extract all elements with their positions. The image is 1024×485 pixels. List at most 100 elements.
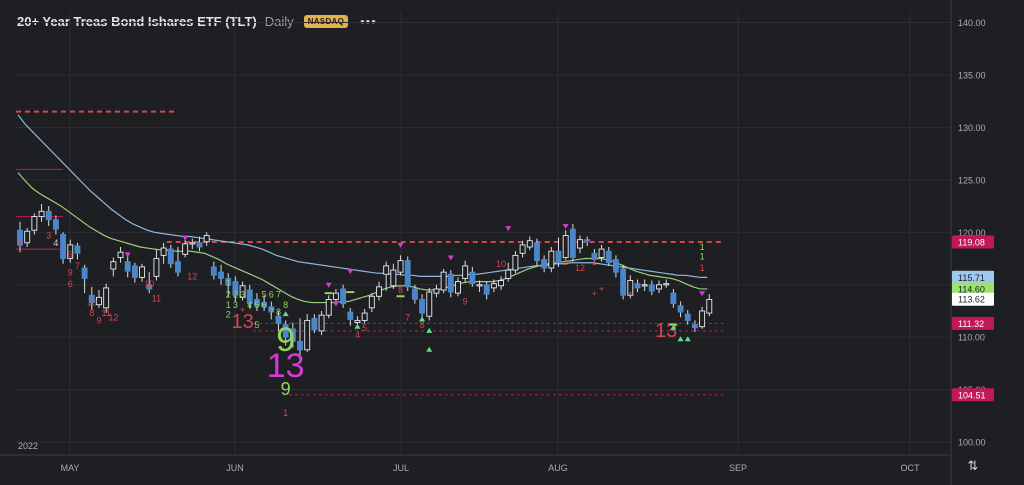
candle-body [153, 258, 160, 277]
candle-body [684, 313, 691, 321]
price-tag: 115.71 [952, 270, 994, 284]
count-label: 11 [152, 294, 161, 304]
price-tag: 113.62 [952, 292, 994, 306]
count-label: 2 [226, 289, 231, 299]
count-label: 1 [226, 278, 231, 288]
candle-body [670, 292, 677, 305]
count-label: 6 [68, 279, 73, 289]
count-label: 1 [700, 263, 705, 273]
candle-body [131, 265, 138, 278]
x-tick-label: MAY [61, 463, 80, 473]
candle-body [519, 244, 526, 254]
count-label: 5 [362, 323, 367, 333]
count-label: 12 [108, 312, 118, 322]
price-tag-label: 113.62 [958, 295, 985, 305]
candle-body [577, 239, 583, 249]
x-axis[interactable]: MAY JUN JUL AUG SEP OCT 2022 [18, 441, 920, 473]
count-label: 4 [247, 300, 252, 310]
candle-body [541, 259, 548, 269]
count-label: 1 [563, 257, 568, 267]
count-label: 1 [592, 257, 597, 267]
count-label: 10 [144, 279, 154, 289]
count-label: 7 [269, 307, 274, 317]
candle-body [612, 259, 619, 273]
candle-body [476, 284, 483, 287]
price-tag: 104.51 [952, 388, 994, 402]
candle-body [368, 295, 375, 309]
sell-arrow [332, 301, 339, 307]
candle-body [167, 248, 174, 265]
y-tick-label: 125.00 [958, 175, 986, 185]
sell-arrow [347, 269, 354, 275]
candle-body [691, 324, 698, 329]
sell-arrow [505, 226, 512, 232]
candle-body [110, 261, 117, 270]
count-label: 6 [68, 249, 73, 259]
buy-arrow [282, 311, 289, 317]
candle-body [31, 216, 38, 231]
ma-short-line [17, 172, 708, 304]
candle-body [38, 210, 45, 218]
candle-body [634, 283, 641, 289]
count-label: 6 [262, 300, 267, 310]
candle-body [656, 284, 662, 290]
price-chart[interactable]: 13467961089111210111212 2 33 4 55 6 767 8812513… [0, 0, 1024, 485]
count-label: 13 [655, 320, 677, 342]
candle-body [182, 243, 189, 255]
candle-body [663, 283, 670, 286]
candle-body [203, 234, 210, 243]
sell-arrow [699, 291, 706, 297]
count-label: 7 [405, 312, 410, 322]
x-tick-label: AUG [548, 463, 568, 473]
moving-averages [17, 114, 708, 304]
sell-arrow [325, 282, 332, 288]
candle-body [189, 242, 196, 245]
sell-arrow [124, 252, 131, 258]
candle-body [96, 296, 102, 306]
count-label: 8 [398, 285, 403, 295]
x-tick-label: JUL [393, 463, 409, 473]
candle-body [139, 266, 146, 278]
count-label: 10 [87, 298, 97, 308]
candle-body [605, 250, 612, 264]
count-label: + [628, 288, 633, 298]
candle-body [505, 269, 512, 279]
count-label: 3 [46, 231, 51, 241]
y-tick-label: 130.00 [958, 123, 986, 133]
count-label: + [592, 288, 597, 298]
candle-body [196, 242, 203, 248]
candle-body [677, 305, 684, 313]
count-label: 5 [254, 300, 259, 310]
count-label: 1 [700, 252, 705, 262]
candle-body [404, 260, 411, 288]
candle-body [117, 251, 124, 258]
count-label: 10 [496, 259, 506, 269]
candle-body [124, 261, 131, 272]
count-label: 9 [281, 379, 291, 399]
candle-body [447, 273, 454, 293]
candle-body [45, 210, 52, 221]
candle-body [311, 317, 318, 331]
candle-body [584, 239, 591, 242]
sell-arrow [182, 235, 189, 241]
count-label: 1 [283, 408, 288, 418]
candle-body [562, 234, 569, 258]
y-tick-label: 110.00 [958, 333, 985, 343]
sell-arrow [562, 224, 569, 230]
price-tag-label: 111.32 [958, 319, 984, 329]
candle-body [469, 271, 476, 285]
count-label: 5 [254, 320, 259, 330]
count-label: 3 [240, 289, 245, 299]
candle-body [383, 265, 390, 275]
candle-body [81, 267, 88, 279]
candle-body [555, 250, 562, 264]
y-axis[interactable]: 140.00135.00130.00125.00120.00110.00105.… [958, 18, 986, 448]
candle-body [706, 298, 713, 314]
y-tick-label: 100.00 [958, 438, 986, 448]
swap-axis-icon[interactable]: ⇅ [964, 458, 982, 474]
count-label: 8 [283, 300, 288, 310]
price-tag: 111.32 [952, 316, 994, 330]
buy-arrow [426, 346, 433, 352]
candle-body [534, 242, 540, 262]
candle-body [620, 268, 627, 296]
